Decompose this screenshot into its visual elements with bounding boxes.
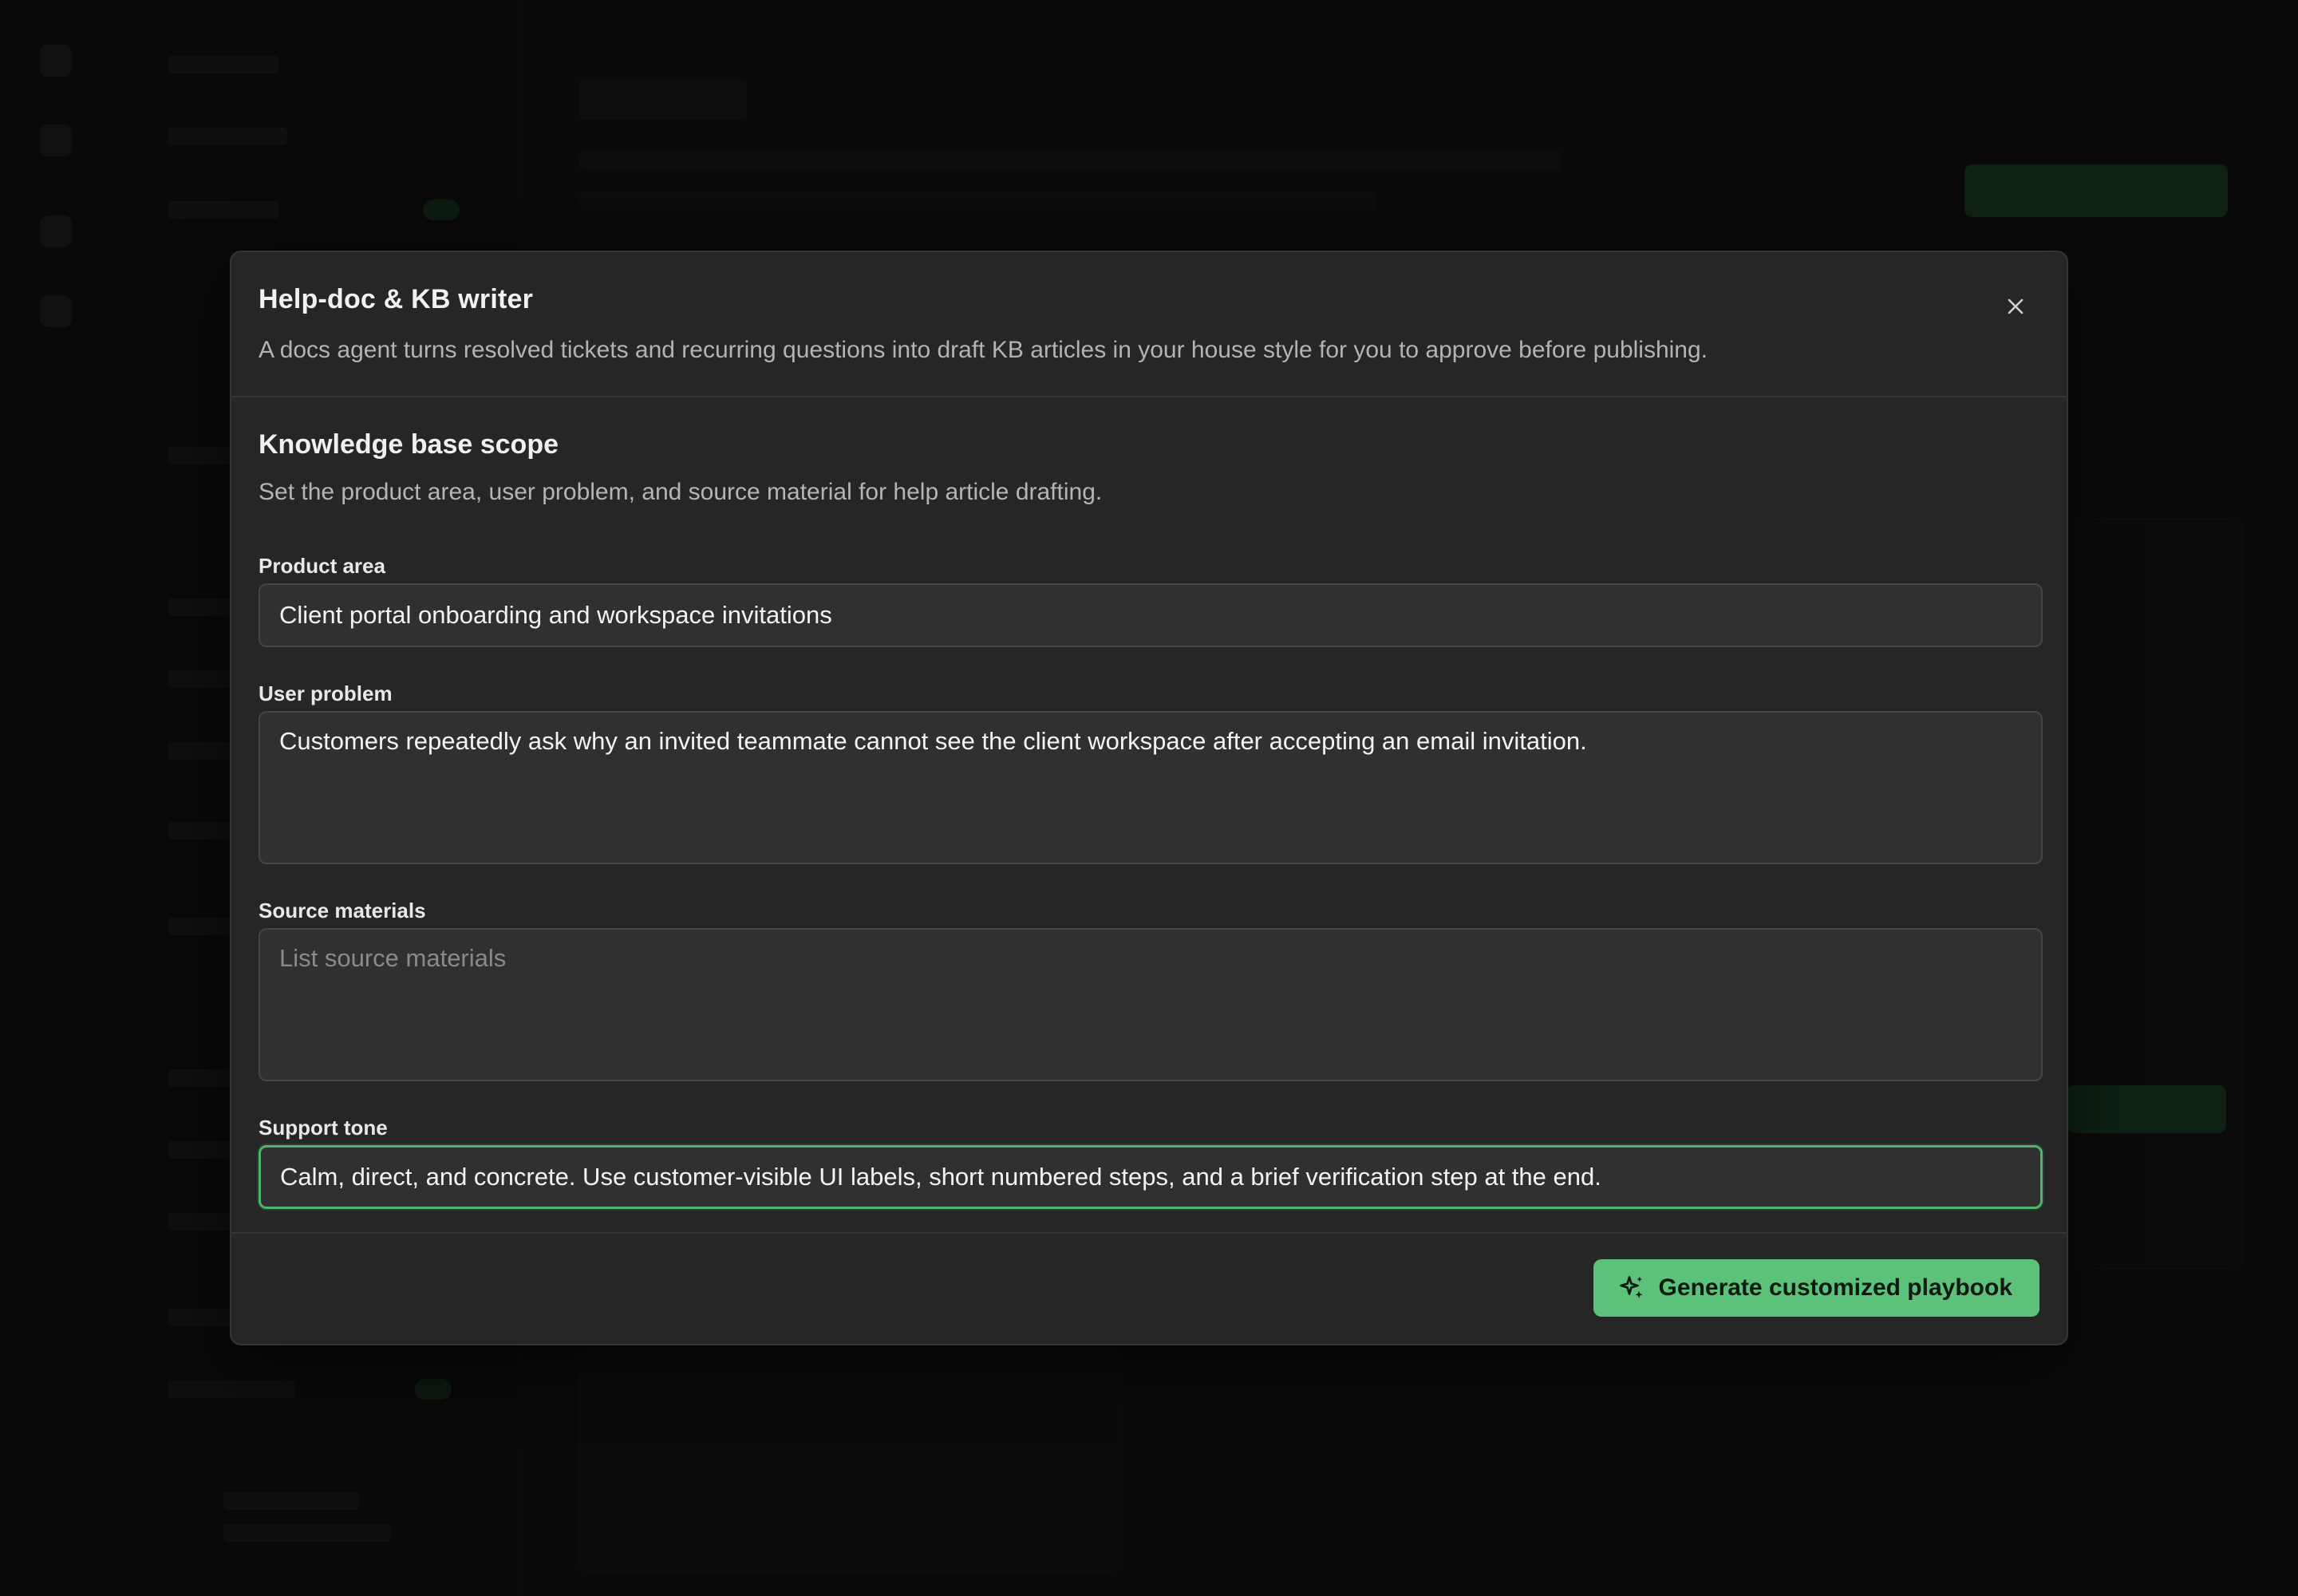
close-button[interactable]	[1996, 287, 2035, 326]
section-description: Set the product area, user problem, and …	[259, 479, 1103, 505]
user-problem-label: User problem	[259, 681, 393, 705]
support-tone-input[interactable]	[259, 1145, 2043, 1209]
user-problem-textarea[interactable]: Customers repeatedly ask why an invited …	[259, 711, 2043, 864]
generate-playbook-label: Generate customized playbook	[1658, 1274, 2012, 1301]
generate-playbook-button[interactable]: Generate customized playbook	[1593, 1259, 2039, 1317]
modal-title: Help-doc & KB writer	[259, 284, 534, 314]
product-area-input[interactable]	[259, 583, 2043, 647]
modal-header: Help-doc & KB writer A docs agent turns …	[231, 252, 2067, 397]
section-title: Knowledge base scope	[259, 429, 559, 460]
modal-footer: Generate customized playbook	[231, 1232, 2067, 1344]
product-area-label: Product area	[259, 554, 385, 578]
playbook-modal: Help-doc & KB writer A docs agent turns …	[230, 251, 2068, 1345]
support-tone-label: Support tone	[259, 1116, 388, 1140]
modal-description: A docs agent turns resolved tickets and …	[259, 337, 1708, 363]
close-icon	[2008, 298, 2024, 314]
source-materials-label: Source materials	[259, 899, 426, 922]
source-materials-textarea[interactable]	[259, 928, 2043, 1081]
sparkles-icon	[1619, 1276, 1643, 1298]
